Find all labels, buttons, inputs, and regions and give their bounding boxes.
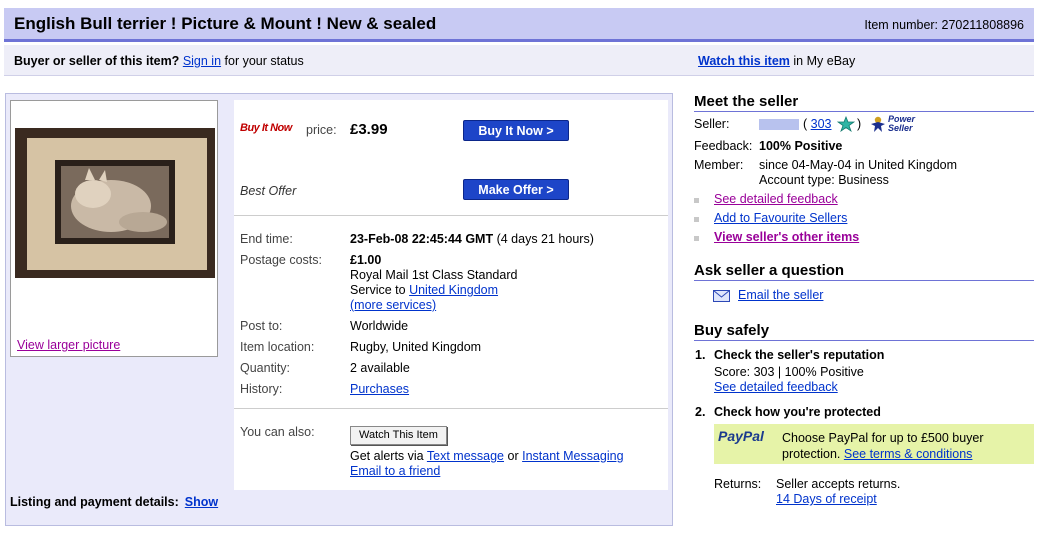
end-time-value: 23-Feb-08 22:45:44 GMT (4 days 21 hours) bbox=[350, 232, 594, 246]
returns-text: Seller accepts returns. bbox=[776, 477, 901, 491]
postage-cost: £1.00 bbox=[350, 253, 382, 267]
service-country-link[interactable]: United Kingdom bbox=[409, 283, 498, 297]
email-friend-link[interactable]: Email to a friend bbox=[350, 464, 440, 478]
make-offer-button[interactable]: Make Offer > bbox=[463, 179, 569, 200]
item-photo[interactable] bbox=[15, 128, 215, 278]
quantity-value: 2 available bbox=[350, 361, 410, 375]
postage-service: Royal Mail 1st Class Standard bbox=[350, 268, 518, 282]
feedback-value: 100% Positive bbox=[759, 139, 843, 153]
member-label: Member: bbox=[694, 158, 744, 172]
ask-seller-heading: Ask seller a question bbox=[694, 262, 1034, 281]
buyer-question: Buyer or seller of this item? bbox=[14, 54, 180, 68]
buy-it-now-logo: Buy It Now bbox=[240, 122, 292, 134]
buy-it-now-button[interactable]: Buy It Now > bbox=[463, 120, 569, 141]
watch-suffix: in My eBay bbox=[793, 54, 856, 68]
add-favourite-link[interactable]: Add to Favourite Sellers bbox=[714, 211, 847, 225]
quantity-label: Quantity: bbox=[240, 361, 291, 375]
text-message-link[interactable]: Text message bbox=[427, 449, 504, 463]
buyer-status: Buyer or seller of this item? Sign in fo… bbox=[14, 54, 304, 68]
paypal-terms-link[interactable]: See terms & conditions bbox=[844, 447, 973, 461]
seller-other-items-link[interactable]: View seller's other items bbox=[714, 230, 859, 244]
end-time-label: End time: bbox=[240, 232, 293, 246]
title-bar: English Bull terrier ! Picture & Mount !… bbox=[4, 8, 1034, 42]
seller-label: Seller: bbox=[694, 117, 730, 131]
divider bbox=[234, 408, 668, 409]
instant-messaging-link[interactable]: Instant Messaging bbox=[522, 449, 623, 463]
score-paren-close: ) bbox=[857, 117, 862, 131]
feedback-score: ( 303 bbox=[803, 117, 832, 131]
buyer-bar: Buyer or seller of this item? Sign in fo… bbox=[4, 45, 1034, 76]
watch-this-item-button[interactable]: Watch This Item bbox=[350, 426, 447, 445]
step2-title: Check how you're protected bbox=[714, 405, 881, 419]
feedback-count-link[interactable]: 303 bbox=[811, 117, 832, 131]
power-seller-icon bbox=[871, 116, 885, 132]
returns-label: Returns: bbox=[714, 477, 762, 491]
returns-days-link[interactable]: 14 Days of receipt bbox=[776, 492, 877, 506]
account-type: Account type: Business bbox=[759, 173, 889, 187]
see-feedback-link[interactable]: See detailed feedback bbox=[714, 192, 838, 206]
more-services-link[interactable]: (more services) bbox=[350, 298, 436, 312]
view-larger-picture-link[interactable]: View larger picture bbox=[17, 338, 120, 352]
sign-in-link[interactable]: Sign in bbox=[183, 54, 221, 68]
bullet-icon bbox=[694, 236, 699, 241]
post-to-value: Worldwide bbox=[350, 319, 409, 333]
step1-title: Check the seller's reputation bbox=[714, 348, 885, 362]
power-seller-label: Power Seller bbox=[888, 114, 916, 133]
bullet-icon bbox=[694, 198, 699, 203]
divider bbox=[234, 215, 668, 216]
meet-seller-heading: Meet the seller bbox=[694, 93, 1034, 112]
item-details-box: View larger picture Buy It Now price: £3… bbox=[5, 93, 673, 526]
service-to: Service to United Kingdom bbox=[350, 283, 499, 297]
location-label: Item location: bbox=[240, 340, 315, 354]
location-value: Rugby, United Kingdom bbox=[350, 340, 482, 354]
listing-details: Listing and payment details: Show bbox=[10, 495, 218, 509]
score-text: Score: 303 | 100% Positive bbox=[714, 365, 864, 379]
paypal-logo: PayPal bbox=[718, 428, 764, 444]
price-label: price: bbox=[306, 123, 337, 137]
envelope-icon bbox=[713, 290, 730, 302]
photo-box: View larger picture bbox=[10, 100, 218, 357]
price-value: £3.99 bbox=[350, 121, 388, 138]
status-text: for your status bbox=[224, 54, 304, 68]
paypal-box: PayPal Choose PayPal for up to £500 buye… bbox=[714, 424, 1034, 464]
paypal-text: Choose PayPal for up to £500 buyer prote… bbox=[782, 431, 984, 461]
post-to-label: Post to: bbox=[240, 319, 283, 333]
detailed-feedback-link[interactable]: See detailed feedback bbox=[714, 380, 838, 394]
step1-number: 1. bbox=[695, 348, 706, 362]
postage-label: Postage costs: bbox=[240, 253, 322, 267]
member-since: since 04-May-04 in United Kingdom bbox=[759, 158, 958, 172]
history-label: History: bbox=[240, 382, 283, 396]
buy-safely-heading: Buy safely bbox=[694, 322, 1034, 341]
email-seller-link[interactable]: Email the seller bbox=[738, 288, 823, 302]
bullet-icon bbox=[694, 217, 699, 222]
seller-id-blurred[interactable] bbox=[759, 119, 799, 130]
can-also-label: You can also: bbox=[240, 425, 315, 439]
item-title: English Bull terrier ! Picture & Mount !… bbox=[14, 14, 437, 33]
item-number: Item number: 270211808896 bbox=[864, 18, 1024, 32]
feedback-label: Feedback: bbox=[694, 139, 753, 153]
listing-label: Listing and payment details: bbox=[10, 495, 179, 509]
best-offer-label: Best Offer bbox=[240, 184, 297, 198]
watch-item-link[interactable]: Watch this item bbox=[698, 54, 790, 68]
purchase-details: Buy It Now price: £3.99 Buy It Now > Bes… bbox=[234, 100, 668, 490]
show-details-link[interactable]: Show bbox=[185, 495, 218, 509]
alerts-line: Get alerts via Text message or Instant M… bbox=[350, 449, 624, 463]
watch-area: Watch this item in My eBay bbox=[698, 54, 1038, 68]
star-icon bbox=[837, 116, 855, 132]
step2-number: 2. bbox=[695, 405, 706, 419]
purchases-link[interactable]: Purchases bbox=[350, 382, 409, 396]
